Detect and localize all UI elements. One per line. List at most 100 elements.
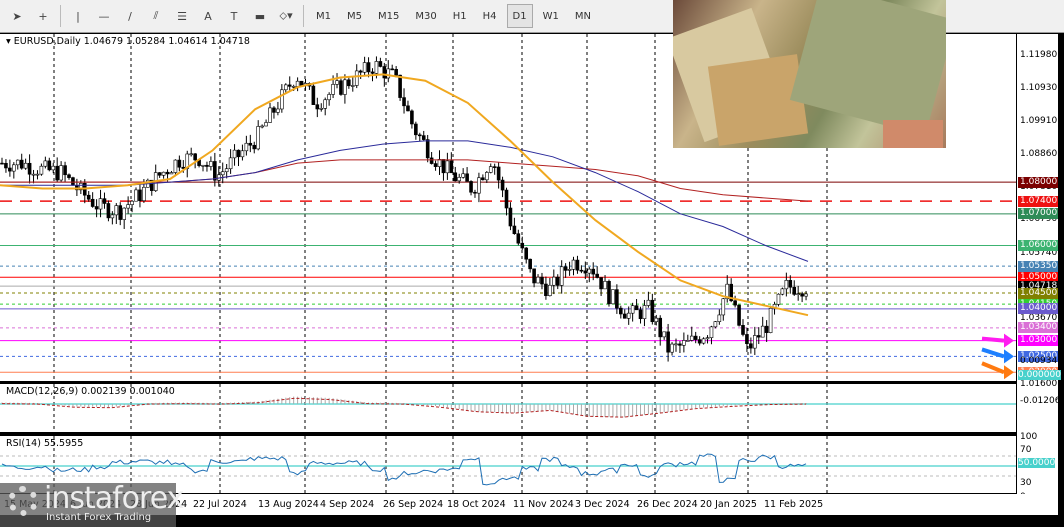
timeframe-d1[interactable]: D1: [506, 4, 533, 28]
candle: [280, 89, 284, 110]
time-axis-label: 20 Jan 2025: [700, 499, 757, 510]
candle: [532, 268, 536, 284]
timeframe-m1[interactable]: M1: [310, 4, 337, 28]
shapes-menu-tool-button[interactable]: ⬦▾: [275, 4, 297, 28]
horizontal-line-tool-button[interactable]: —: [93, 4, 115, 28]
time-axis-label: 13 Aug 2024: [258, 499, 319, 510]
timeframe-m30[interactable]: M30: [409, 4, 442, 28]
timeframe-w1[interactable]: W1: [537, 4, 565, 28]
price-level-tag: 1.04000: [1018, 303, 1058, 315]
candle: [496, 166, 501, 181]
candle: [626, 312, 631, 319]
timeframe-mn[interactable]: MN: [569, 4, 597, 28]
candle: [402, 97, 406, 107]
candle: [512, 225, 517, 235]
candle: [94, 206, 99, 210]
candle: [603, 280, 607, 290]
candle: [201, 164, 205, 167]
equidistant-channel-tool-button[interactable]: ⫽: [145, 4, 167, 28]
fibonacci-tool-button[interactable]: ☰: [171, 4, 193, 28]
candle: [721, 298, 726, 316]
price-level-tag: 1.07400: [1018, 195, 1058, 207]
trendline-tool-button[interactable]: /: [119, 4, 141, 28]
candle: [102, 198, 107, 204]
candle: [717, 314, 722, 322]
candle: [421, 135, 426, 140]
candle: [256, 126, 260, 150]
candle: [0, 162, 4, 165]
candle: [169, 172, 174, 175]
candle: [63, 165, 67, 176]
candle: [374, 61, 379, 74]
candle: [268, 107, 272, 123]
candle: [520, 242, 525, 249]
time-axis-label: 11 Feb 2025: [764, 499, 824, 510]
rectangle-tool-button[interactable]: ▬: [249, 4, 271, 28]
logo-brand: instaforex: [44, 481, 184, 516]
candle: [504, 189, 509, 209]
candle: [630, 305, 635, 314]
candle: [43, 160, 48, 167]
candle: [122, 207, 126, 220]
arrow-blue-icon: [981, 347, 1005, 359]
candle: [205, 164, 209, 167]
vertical-line-icon: |: [76, 9, 80, 23]
candle: [555, 276, 560, 286]
candle: [354, 70, 359, 86]
crosshair-tool-button[interactable]: +: [32, 4, 54, 28]
candle: [209, 161, 213, 167]
candle: [540, 276, 544, 285]
candle: [12, 164, 16, 172]
rsi-scale-label: 100: [1020, 432, 1038, 442]
equidistant-channel-icon: ⫽: [153, 9, 159, 22]
candle: [756, 335, 761, 338]
timeframe-h4[interactable]: H4: [477, 4, 503, 28]
candle: [686, 340, 690, 342]
candle: [362, 62, 367, 73]
macd-signal-line: [1, 397, 807, 418]
ma-200-line: [0, 159, 809, 202]
vertical-line-tool-button[interactable]: |: [67, 4, 89, 28]
candle: [642, 305, 647, 320]
candle: [622, 313, 627, 319]
arrow-orange-icon: [981, 361, 1005, 375]
candle: [90, 198, 95, 207]
candle: [484, 172, 489, 181]
macd-scale-label: 0.000000: [1018, 370, 1061, 380]
candle: [784, 280, 789, 290]
timeframe-h1[interactable]: H1: [447, 4, 473, 28]
candle: [563, 266, 568, 271]
candle: [516, 233, 521, 244]
candle: [232, 149, 237, 159]
candle: [4, 162, 8, 169]
candle: [780, 288, 785, 295]
text-label-tool-button[interactable]: T: [223, 4, 245, 28]
price-scale[interactable]: 1.119801.109301.099101.088601.078101.067…: [1016, 34, 1064, 515]
candle: [98, 198, 103, 210]
fibonacci-icon: ☰: [177, 9, 187, 23]
candle: [339, 80, 343, 95]
candle: [15, 159, 20, 166]
candle: [213, 161, 217, 181]
timeframe-m15[interactable]: M15: [372, 4, 405, 28]
candle: [477, 177, 481, 194]
candle: [394, 69, 398, 76]
cursor-tool-button[interactable]: ➤: [6, 4, 28, 28]
price-level-tag: 1.06000: [1018, 240, 1058, 251]
candle: [31, 173, 36, 176]
candle: [240, 150, 245, 158]
candle: [670, 343, 674, 353]
candle: [508, 207, 513, 227]
timeframe-m5[interactable]: M5: [341, 4, 368, 28]
candle: [500, 179, 505, 191]
text-tool-button[interactable]: A: [197, 4, 219, 28]
candle: [248, 142, 253, 146]
macd-panel[interactable]: MACD(12,26,9) 0.002139 0.001040: [0, 382, 1016, 432]
candle: [299, 80, 304, 86]
candle: [110, 214, 115, 219]
rsi-scale-label: 50.0000: [1018, 458, 1056, 468]
candle: [469, 181, 473, 193]
candle: [390, 68, 395, 71]
candle: [559, 266, 564, 286]
shapes-menu-icon: ⬦▾: [279, 9, 293, 22]
